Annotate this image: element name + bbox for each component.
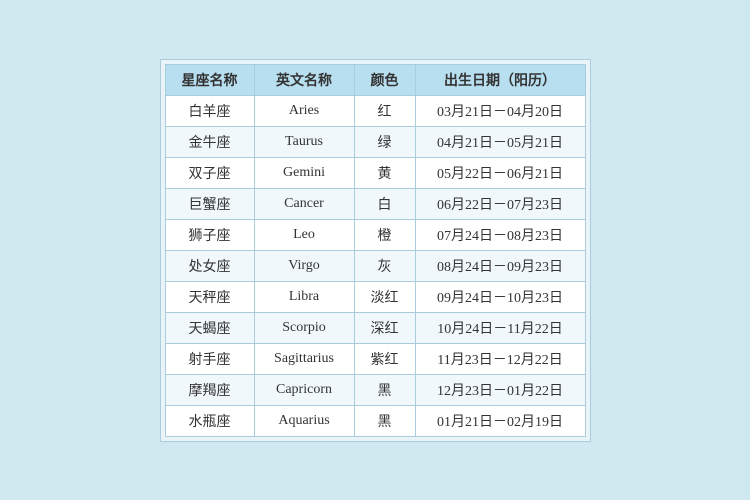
header-date: 出生日期（阳历） (415, 64, 585, 95)
cell-zh: 金牛座 (165, 126, 254, 157)
cell-en: Aquarius (254, 405, 354, 436)
cell-en: Taurus (254, 126, 354, 157)
cell-en: Gemini (254, 157, 354, 188)
cell-zh: 摩羯座 (165, 374, 254, 405)
cell-color: 黑 (354, 405, 415, 436)
cell-color: 红 (354, 95, 415, 126)
header-zh: 星座名称 (165, 64, 254, 95)
cell-zh: 天秤座 (165, 281, 254, 312)
cell-color: 绿 (354, 126, 415, 157)
zodiac-table: 星座名称 英文名称 颜色 出生日期（阳历） 白羊座Aries红03月21日－04… (165, 64, 586, 437)
cell-en: Scorpio (254, 312, 354, 343)
cell-date: 11月23日－12月22日 (415, 343, 585, 374)
table-row: 射手座Sagittarius紫红11月23日－12月22日 (165, 343, 585, 374)
cell-zh: 狮子座 (165, 219, 254, 250)
cell-en: Sagittarius (254, 343, 354, 374)
header-color: 颜色 (354, 64, 415, 95)
table-row: 巨蟹座Cancer白06月22日－07月23日 (165, 188, 585, 219)
zodiac-table-container: 星座名称 英文名称 颜色 出生日期（阳历） 白羊座Aries红03月21日－04… (160, 59, 591, 442)
header-en: 英文名称 (254, 64, 354, 95)
cell-zh: 天蝎座 (165, 312, 254, 343)
cell-color: 橙 (354, 219, 415, 250)
table-row: 白羊座Aries红03月21日－04月20日 (165, 95, 585, 126)
cell-date: 04月21日－05月21日 (415, 126, 585, 157)
cell-date: 05月22日－06月21日 (415, 157, 585, 188)
cell-color: 深红 (354, 312, 415, 343)
table-row: 双子座Gemini黄05月22日－06月21日 (165, 157, 585, 188)
cell-zh: 射手座 (165, 343, 254, 374)
cell-date: 08月24日－09月23日 (415, 250, 585, 281)
cell-color: 白 (354, 188, 415, 219)
cell-color: 紫红 (354, 343, 415, 374)
table-header-row: 星座名称 英文名称 颜色 出生日期（阳历） (165, 64, 585, 95)
cell-color: 淡红 (354, 281, 415, 312)
cell-date: 12月23日－01月22日 (415, 374, 585, 405)
cell-zh: 水瓶座 (165, 405, 254, 436)
table-row: 水瓶座Aquarius黑01月21日－02月19日 (165, 405, 585, 436)
cell-date: 07月24日－08月23日 (415, 219, 585, 250)
table-row: 处女座Virgo灰08月24日－09月23日 (165, 250, 585, 281)
cell-zh: 巨蟹座 (165, 188, 254, 219)
cell-zh: 处女座 (165, 250, 254, 281)
cell-en: Leo (254, 219, 354, 250)
table-row: 摩羯座Capricorn黑12月23日－01月22日 (165, 374, 585, 405)
table-row: 金牛座Taurus绿04月21日－05月21日 (165, 126, 585, 157)
table-row: 天秤座Libra淡红09月24日－10月23日 (165, 281, 585, 312)
table-row: 狮子座Leo橙07月24日－08月23日 (165, 219, 585, 250)
cell-color: 黑 (354, 374, 415, 405)
cell-en: Virgo (254, 250, 354, 281)
table-row: 天蝎座Scorpio深红10月24日－11月22日 (165, 312, 585, 343)
cell-date: 09月24日－10月23日 (415, 281, 585, 312)
cell-color: 黄 (354, 157, 415, 188)
cell-en: Aries (254, 95, 354, 126)
cell-en: Capricorn (254, 374, 354, 405)
cell-zh: 白羊座 (165, 95, 254, 126)
cell-en: Cancer (254, 188, 354, 219)
cell-date: 01月21日－02月19日 (415, 405, 585, 436)
cell-date: 03月21日－04月20日 (415, 95, 585, 126)
cell-date: 10月24日－11月22日 (415, 312, 585, 343)
cell-color: 灰 (354, 250, 415, 281)
cell-zh: 双子座 (165, 157, 254, 188)
cell-en: Libra (254, 281, 354, 312)
cell-date: 06月22日－07月23日 (415, 188, 585, 219)
